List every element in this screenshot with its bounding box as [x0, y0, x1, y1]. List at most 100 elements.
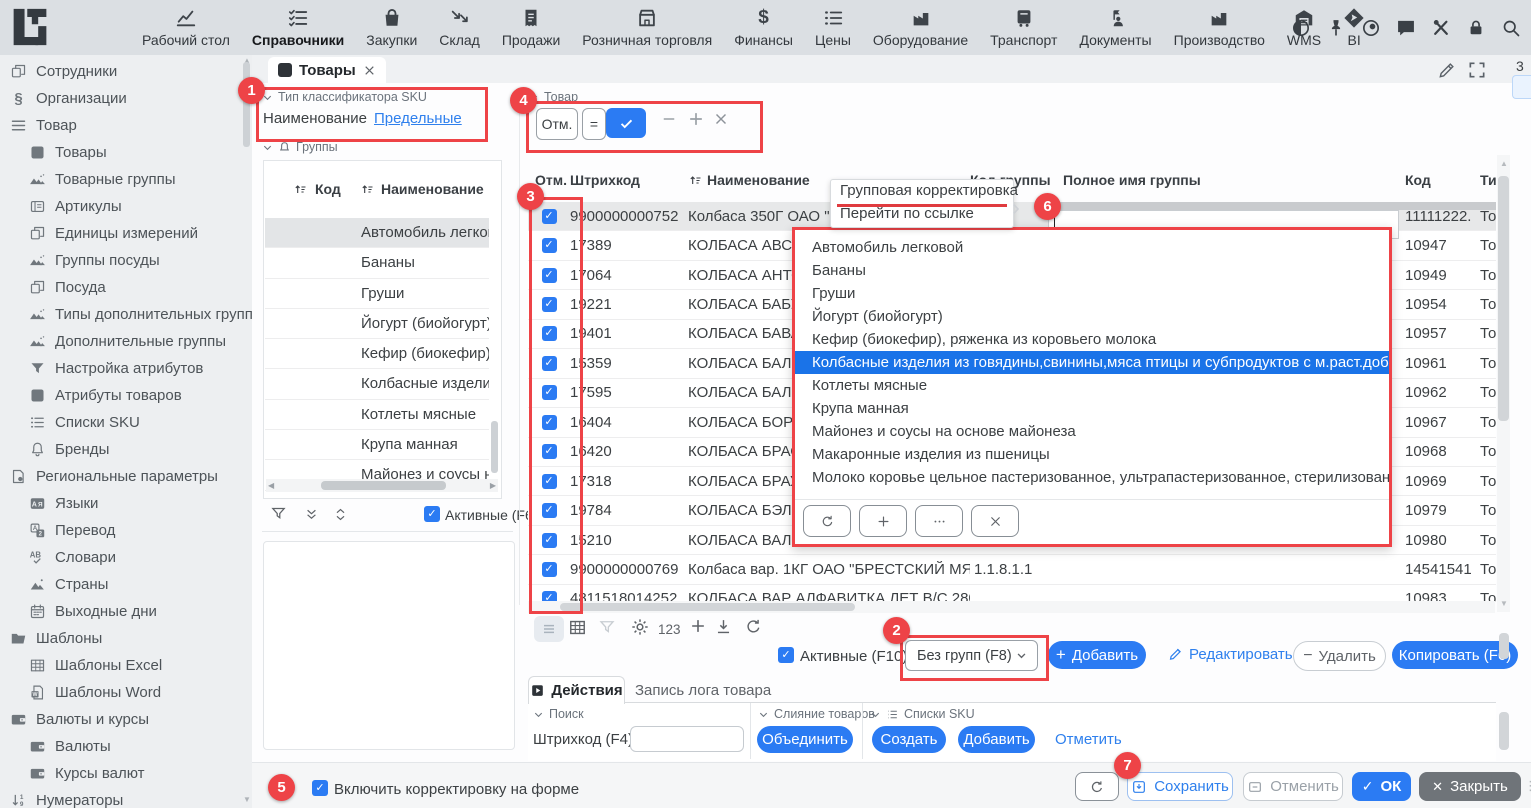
row-checkbox[interactable]: ✓	[542, 503, 557, 518]
fullscreen-icon[interactable]	[1467, 60, 1487, 80]
mark-filter-button[interactable]: Отм.	[536, 108, 578, 140]
groups-section-header[interactable]: Группы	[262, 140, 338, 154]
cancel-button[interactable]: Отменить	[1243, 772, 1343, 801]
groups-vertical-scrollbar[interactable]	[491, 421, 498, 473]
dropdown-item-3[interactable]: Йогурт (биойогурт)	[795, 305, 1389, 328]
save-button[interactable]: Сохранить	[1127, 772, 1233, 801]
row-checkbox[interactable]: ✓	[542, 385, 557, 400]
pin-icon[interactable]	[1326, 18, 1346, 38]
sku-add-button[interactable]: Добавить	[958, 726, 1035, 753]
header-barcode[interactable]: Штрихкод	[570, 172, 688, 188]
topbar-item-11[interactable]: Производство	[1174, 7, 1265, 48]
sidebar-item-22[interactable]: Шаблоны Excel	[0, 652, 240, 679]
edit-button[interactable]: Редактировать	[1167, 646, 1293, 663]
row-checkbox[interactable]: ✓	[542, 238, 557, 253]
chat-icon[interactable]	[1396, 18, 1416, 38]
grid-view-icon[interactable]	[568, 618, 587, 637]
sidebar-item-3[interactable]: Товары	[0, 139, 240, 166]
sidebar-item-16[interactable]: AЯЯзыки	[0, 490, 240, 517]
topbar-item-0[interactable]: Рабочий стол	[142, 7, 230, 48]
dropdown-close-button[interactable]	[971, 505, 1019, 537]
sidebar-item-19[interactable]: Страны	[0, 571, 240, 598]
plus-icon[interactable]	[688, 616, 708, 636]
sort-icon[interactable]	[360, 182, 375, 197]
sku-mark-link[interactable]: Отметить	[1055, 731, 1122, 748]
sidebar-item-0[interactable]: Сотрудники	[0, 58, 240, 85]
groups-col-name[interactable]: Наименование	[381, 181, 484, 197]
sidebar-item-15[interactable]: Региональные параметры	[0, 463, 240, 490]
minus-filter-icon[interactable]	[660, 110, 678, 128]
dropdown-item-1[interactable]: Бананы	[795, 259, 1389, 282]
close-tab-icon[interactable]	[363, 64, 376, 77]
active-f10-checkbox[interactable]: ✓	[778, 647, 794, 663]
dropdown-refresh-button[interactable]	[803, 505, 851, 537]
tab-actions[interactable]: Действия	[528, 676, 625, 704]
sidebar-item-8[interactable]: Посуда	[0, 274, 240, 301]
table-row-13[interactable]: ✓4811518014252КОЛБАСА ВАР АЛФАВИТКА ЛЕТ …	[528, 585, 1496, 602]
refresh-icon[interactable]	[744, 617, 763, 636]
download-icon[interactable]	[714, 617, 733, 636]
scroll-up-icon[interactable]: ▲	[1500, 157, 1508, 170]
target-icon[interactable]	[1361, 18, 1381, 38]
sku-create-button[interactable]: Создать	[872, 726, 946, 753]
barcode-input[interactable]	[630, 726, 744, 752]
add-button[interactable]: +Добавить	[1048, 641, 1146, 669]
topbar-item-1[interactable]: Справочники	[252, 7, 344, 48]
app-logo-icon[interactable]	[10, 7, 50, 47]
sidebar-item-12[interactable]: Атрибуты товаров	[0, 382, 240, 409]
ok-button[interactable]: ✓ ОК	[1352, 772, 1411, 801]
sidebar-item-27[interactable]: 19Нумераторы	[0, 787, 240, 808]
sort-icon[interactable]	[293, 182, 308, 197]
topbar-item-7[interactable]: Цены	[815, 7, 851, 48]
classifier-section-header[interactable]: Тип классификатора SKU	[262, 90, 427, 104]
table-horizontal-scrollbar[interactable]	[528, 601, 1495, 613]
row-checkbox[interactable]: ✓	[542, 268, 557, 283]
topbar-item-2[interactable]: Закупки	[366, 7, 417, 48]
sidebar-item-18[interactable]: ABСловари	[0, 544, 240, 571]
topbar-item-10[interactable]: Документы	[1079, 7, 1151, 48]
sidebar-item-9[interactable]: Типы дополнительных групп	[0, 301, 240, 328]
sidebar-scrollbar[interactable]	[243, 62, 250, 147]
menu-item-follow-link[interactable]: Перейти по ссылке	[831, 199, 1013, 222]
group-row-5[interactable]: Колбасные изделия и...	[265, 369, 489, 399]
sidebar-item-26[interactable]: Курсы валют	[0, 760, 240, 787]
sidebar-item-1[interactable]: §Организации	[0, 85, 240, 112]
menu-item-group-adjust[interactable]: Групповая корректировка	[831, 180, 1013, 199]
dropdown-item-9[interactable]: Макаронные изделия из пшеницы	[795, 443, 1389, 466]
dropdown-item-5[interactable]: Колбасные изделия из говядины,свинины,мя…	[795, 351, 1389, 374]
sidebar-item-21[interactable]: Шаблоны	[0, 625, 240, 652]
merge-section-header[interactable]: Слияние товаров	[758, 707, 875, 721]
sidebar-item-23[interactable]: WШаблоны Word	[0, 679, 240, 706]
tools-icon[interactable]	[1431, 18, 1451, 38]
group-row-7[interactable]: Крупа манная	[265, 430, 489, 460]
equals-filter-button[interactable]: =	[582, 108, 606, 140]
topbar-item-5[interactable]: Розничная торговля	[582, 7, 712, 48]
sidebar-item-24[interactable]: Валюты и курсы	[0, 706, 240, 733]
header-group-fullname[interactable]: Полное имя группы	[1050, 172, 1395, 188]
scrollbar-thumb[interactable]	[560, 603, 855, 611]
header-type[interactable]: Тип	[1472, 172, 1496, 188]
row-checkbox[interactable]: ✓	[542, 415, 557, 430]
group-row-4[interactable]: Кефир (биокефир), ря...	[265, 339, 489, 369]
row-checkbox[interactable]: ✓	[542, 474, 557, 489]
mini-scrollbar[interactable]	[1499, 633, 1509, 659]
sidebar-item-14[interactable]: Бренды	[0, 436, 240, 463]
dropdown-item-6[interactable]: Котлеты мясные	[795, 374, 1389, 397]
row-checkbox[interactable]: ✓	[542, 444, 557, 459]
sidebar-item-17[interactable]: A2Перевод	[0, 517, 240, 544]
plus-filter-icon[interactable]	[686, 109, 706, 129]
sidebar-item-5[interactable]: Артикулы	[0, 193, 240, 220]
group-row-3[interactable]: Йогурт (биойогурт)	[265, 309, 489, 339]
tab-product-log[interactable]: Запись лога товара	[635, 682, 771, 699]
row-checkbox[interactable]: ✓	[542, 297, 557, 312]
header-code[interactable]: Код	[1395, 172, 1472, 188]
groups-active-checkbox[interactable]: ✓	[424, 506, 440, 522]
sku-section-header[interactable]: Списки SKU	[870, 707, 975, 721]
expand-all-icon[interactable]	[303, 506, 320, 523]
contrast-icon[interactable]	[1291, 18, 1311, 38]
sidebar-item-13[interactable]: Списки SKU	[0, 409, 240, 436]
scroll-down-icon[interactable]: ▼	[1500, 597, 1508, 610]
lock-icon[interactable]	[1466, 18, 1486, 38]
sidebar-item-20[interactable]: Выходные дни	[0, 598, 240, 625]
dropdown-item-2[interactable]: Груши	[795, 282, 1389, 305]
